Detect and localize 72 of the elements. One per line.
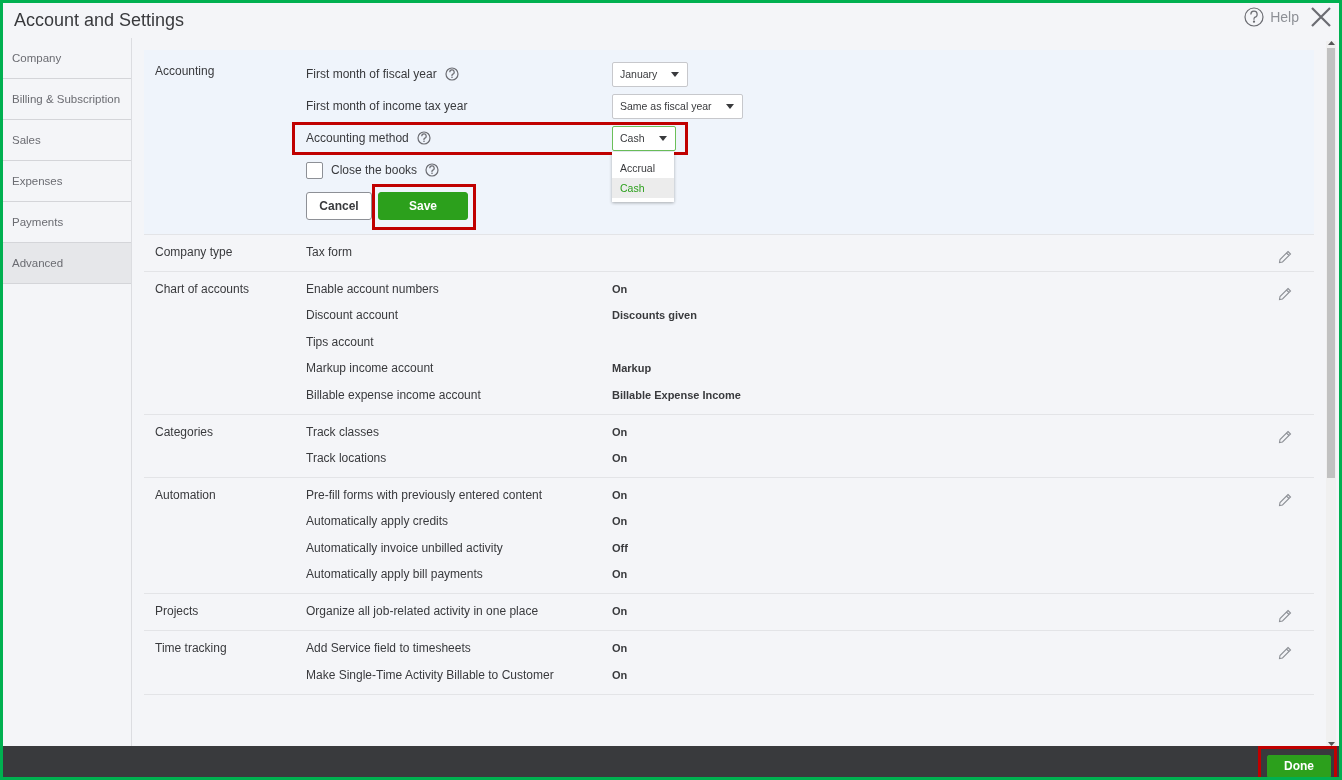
section-title: Company type xyxy=(154,245,234,260)
scroll-thumb[interactable] xyxy=(1327,48,1335,478)
edit-button[interactable] xyxy=(1278,492,1292,507)
setting-label: Organize all job-related activity in one place xyxy=(306,604,540,620)
pencil-icon xyxy=(1278,287,1292,301)
done-button[interactable]: Done xyxy=(1267,755,1331,777)
section-title: Accounting xyxy=(154,64,216,80)
help-button[interactable]: Help xyxy=(1244,6,1299,27)
setting-value: Off xyxy=(612,540,628,556)
setting-value: On xyxy=(612,282,628,297)
edit-button[interactable] xyxy=(1278,609,1292,624)
window-title: Account and Settings xyxy=(14,10,185,31)
pencil-icon xyxy=(1278,646,1292,661)
setting-label: Billable expense income account xyxy=(306,387,482,403)
dropdown-option[interactable]: Cash xyxy=(612,177,674,198)
dropdown-option[interactable]: Accrual xyxy=(612,157,674,178)
setting-label: Automatically apply bill payments xyxy=(306,567,484,583)
pencil-icon xyxy=(1278,492,1292,507)
setting-value: On xyxy=(612,604,628,620)
dropdown-field[interactable]: Same as fiscal year xyxy=(612,93,743,119)
setting-value: On xyxy=(612,514,628,530)
setting-value: On xyxy=(612,641,628,657)
caret-icon xyxy=(671,71,680,77)
field-label: Accounting method xyxy=(306,131,409,145)
setting-value: On xyxy=(612,450,628,466)
dropdown-field[interactable]: January xyxy=(612,61,689,87)
setting-label: Discount account xyxy=(306,308,400,325)
section-title: Categories xyxy=(154,424,215,441)
pencil-icon xyxy=(1278,609,1292,624)
setting-label: Automatically apply credits xyxy=(306,514,450,531)
scroll-up-icon xyxy=(1327,41,1335,45)
caret-icon xyxy=(725,103,734,109)
pencil-icon xyxy=(1278,429,1292,444)
setting-label: Markup income account xyxy=(306,361,435,378)
setting-label: Pre-fill forms with previously entered content xyxy=(306,487,544,504)
setting-value: On xyxy=(612,667,628,683)
section-title: Time tracking xyxy=(154,641,228,658)
section-title: Automation xyxy=(154,487,217,504)
field-label: First month of fiscal year xyxy=(306,67,437,81)
save-button[interactable]: Save xyxy=(378,192,468,220)
setting-value: Discounts given xyxy=(612,308,697,324)
section-title: Projects xyxy=(154,604,200,620)
setting-value: On xyxy=(612,567,628,583)
help-icon xyxy=(1244,6,1265,27)
setting-value: On xyxy=(612,487,628,503)
setting-label: Add Service field to timesheets xyxy=(306,641,472,658)
setting-label: Tips account xyxy=(306,334,375,351)
setting-label: Tax form xyxy=(306,245,353,260)
close-button[interactable] xyxy=(1311,6,1331,27)
setting-value: Markup xyxy=(612,361,652,377)
setting-value: Billable Expense Income xyxy=(612,387,741,403)
edit-button[interactable] xyxy=(1278,429,1292,444)
dropdown-field[interactable]: Cash xyxy=(612,125,676,151)
sidebar-item[interactable]: Advanced xyxy=(3,243,131,284)
caret-icon xyxy=(658,135,667,141)
cancel-button[interactable]: Cancel xyxy=(306,192,372,220)
edit-button[interactable] xyxy=(1278,646,1292,661)
setting-label: Track locations xyxy=(306,450,388,466)
edit-button[interactable] xyxy=(1278,287,1292,301)
setting-label: Make Single-Time Activity Billable to Customer xyxy=(306,667,555,683)
edit-button[interactable] xyxy=(1278,250,1292,264)
checkbox[interactable] xyxy=(306,161,323,179)
setting-value: On xyxy=(612,424,628,440)
pencil-icon xyxy=(1278,250,1292,264)
scrollbar[interactable] xyxy=(1326,41,1336,746)
section-title: Chart of accounts xyxy=(154,282,251,298)
setting-label: Track classes xyxy=(306,424,380,441)
checkbox-label: Close the books xyxy=(331,163,418,177)
setting-label: Enable account numbers xyxy=(306,282,440,298)
field-label: First month of income tax year xyxy=(306,99,468,113)
setting-label: Automatically invoice unbilled activity xyxy=(306,540,504,557)
close-icon xyxy=(1311,6,1331,27)
